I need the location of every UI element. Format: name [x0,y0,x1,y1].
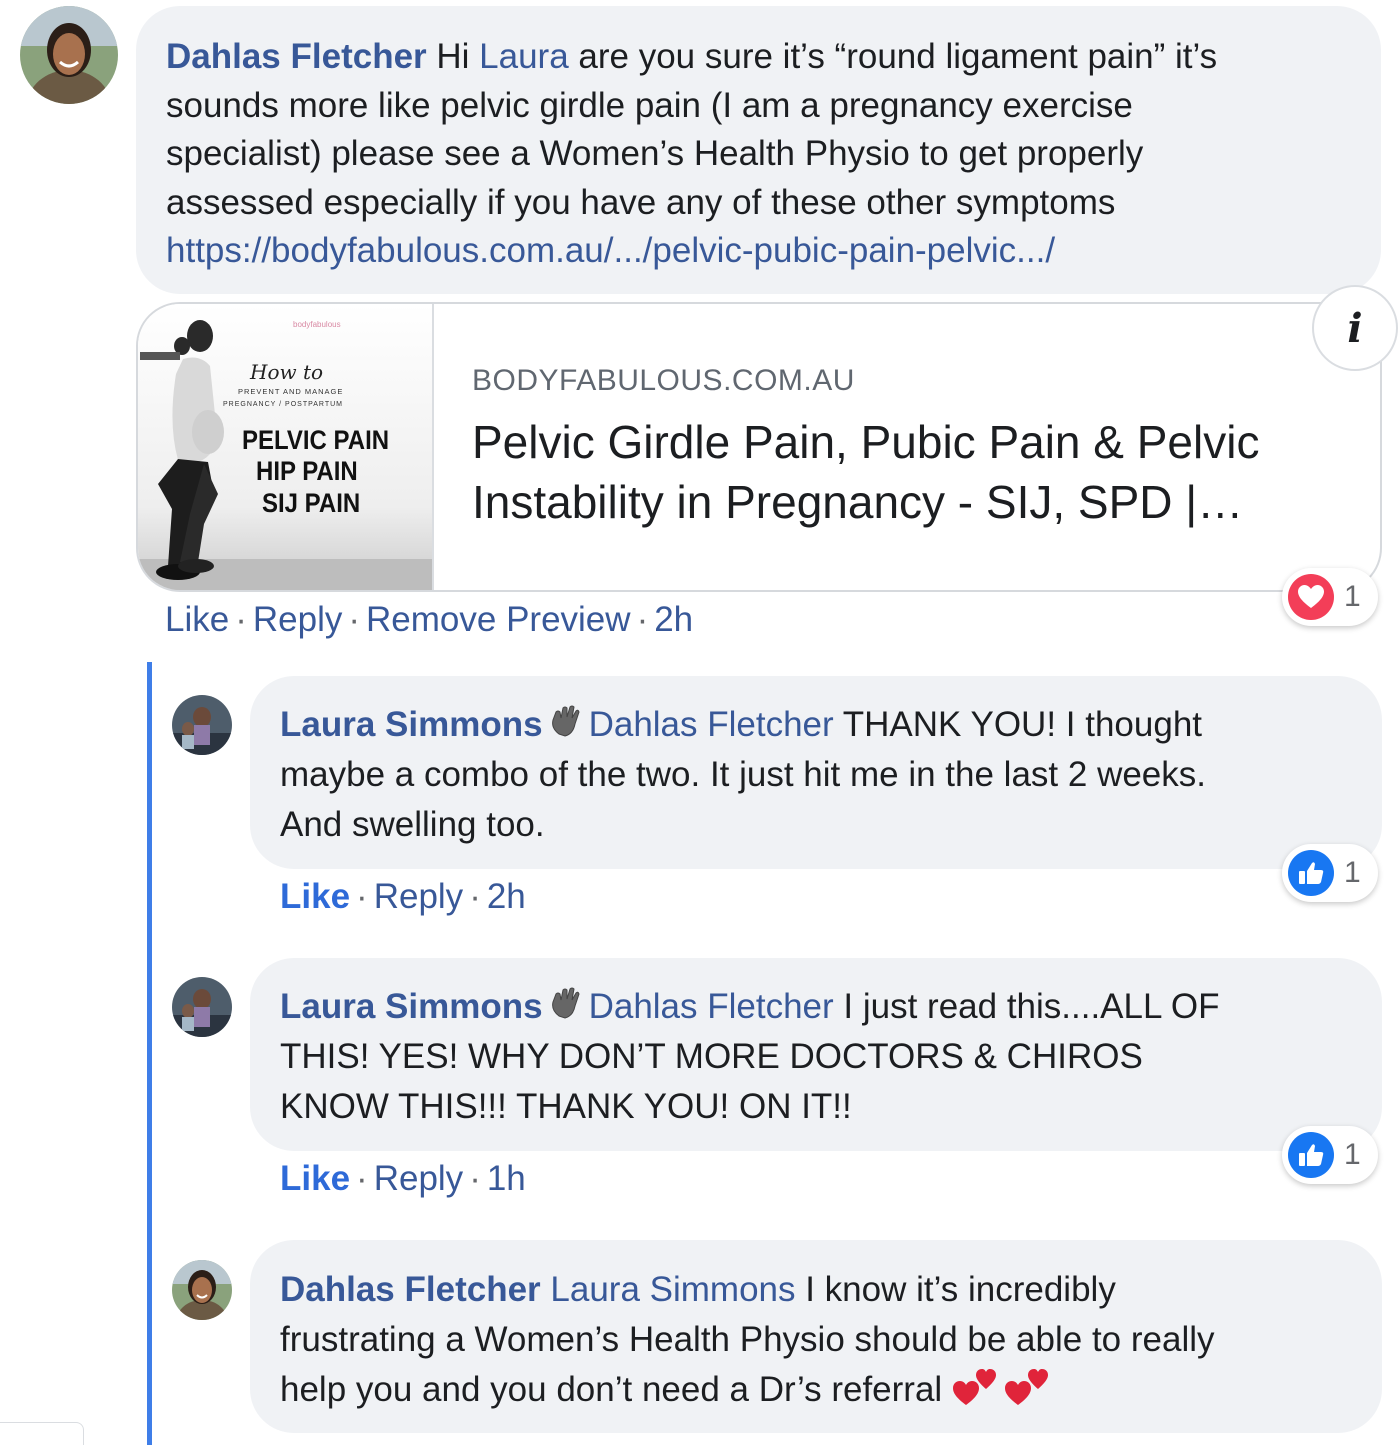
thumb-sub1: PREVENT AND MANAGE [238,387,343,396]
comment-bubble: Dahlas Fletcher Hi Laura are you sure it… [136,6,1381,294]
reaction-count[interactable]: 1 [1282,844,1378,902]
avatar-dahlas-fletcher[interactable] [20,6,118,104]
avatar-laura-simmons[interactable] [172,977,232,1037]
reply-bubble: Dahlas Fletcher Laura Simmons I know it’… [250,1240,1382,1433]
reply-actions: Like · Reply · 2h [280,877,526,916]
reaction-number: 1 [1344,1138,1361,1171]
thumb-sub2: PREGNANCY / POSTPARTUM [223,401,343,408]
comment-author[interactable]: Dahlas Fletcher [166,37,427,76]
timestamp[interactable]: 2h [654,600,693,639]
thumb-howto: How to [249,360,323,384]
remove-preview-button[interactable]: Remove Preview [366,600,631,639]
reply-author[interactable]: Laura Simmons [280,987,543,1026]
mention-link[interactable]: Dahlas Fletcher [589,705,834,744]
thumb-line1: PELVIC PAIN [242,426,389,455]
like-button[interactable]: Like [165,600,229,639]
reply-button[interactable]: Reply [253,600,342,639]
reaction-count[interactable]: 1 [1282,1126,1378,1184]
two-hearts-icon [952,1369,996,1405]
comment-actions: Like · Reply · Remove Preview · 2h [165,600,694,639]
reply-bubble: Laura Simmons Dahlas Fletcher I just read… [250,958,1382,1151]
reply-bubble: Laura Simmons Dahlas Fletcher THANK YOU! … [250,676,1382,869]
love-reaction-icon [1288,574,1334,620]
reply-author[interactable]: Laura Simmons [280,705,543,744]
reply-button[interactable]: Reply [374,1159,463,1198]
like-button[interactable]: Like [280,1159,350,1198]
reply-actions: Like · Reply · 1h [280,1159,526,1198]
like-button[interactable]: Like [280,877,350,916]
avatar-dahlas-fletcher[interactable] [172,1260,232,1320]
waving-hand-icon [551,705,580,737]
two-hearts-icon [1004,1369,1048,1405]
thumb-line2: HIP PAIN [256,457,358,486]
preview-thumbnail: bodyfabulous How to PREVENT AND MANAGE P… [138,304,434,590]
reply-author[interactable]: Dahlas Fletcher [280,1270,541,1309]
preview-title[interactable]: Pelvic Girdle Pain, Pubic Pain & Pelvic … [472,412,1352,532]
mention-link[interactable]: Laura [479,37,569,76]
timestamp[interactable]: 1h [487,1159,526,1198]
link-preview-card[interactable]: bodyfabulous How to PREVENT AND MANAGE P… [136,302,1382,592]
timestamp[interactable]: 2h [487,877,526,916]
article-link[interactable]: https://bodyfabulous.com.au/.../pelvic-p… [166,231,1055,270]
mention-link[interactable]: Dahlas Fletcher [589,987,834,1026]
info-icon[interactable]: i [1312,285,1398,371]
reaction-number: 1 [1344,580,1361,613]
corner-box [0,1422,84,1445]
like-reaction-icon [1288,1132,1334,1178]
reaction-number: 1 [1344,856,1361,889]
reply-thread-line [147,662,152,1445]
thumb-brand: bodyfabulous [293,320,341,329]
mention-link[interactable]: Laura Simmons [550,1270,795,1309]
like-reaction-icon [1288,850,1334,896]
thumb-line3: SIJ PAIN [262,489,360,518]
preview-domain: BODYFABULOUS.COM.AU [472,364,855,397]
reply-button[interactable]: Reply [374,877,463,916]
waving-hand-icon [551,987,580,1019]
comment-text: Dahlas Fletcher Hi Laura are you sure it… [166,37,1218,270]
preview-thumbnail-image: bodyfabulous How to PREVENT AND MANAGE P… [138,304,432,590]
avatar-laura-simmons[interactable] [172,695,232,755]
reaction-count[interactable]: 1 [1282,568,1378,626]
